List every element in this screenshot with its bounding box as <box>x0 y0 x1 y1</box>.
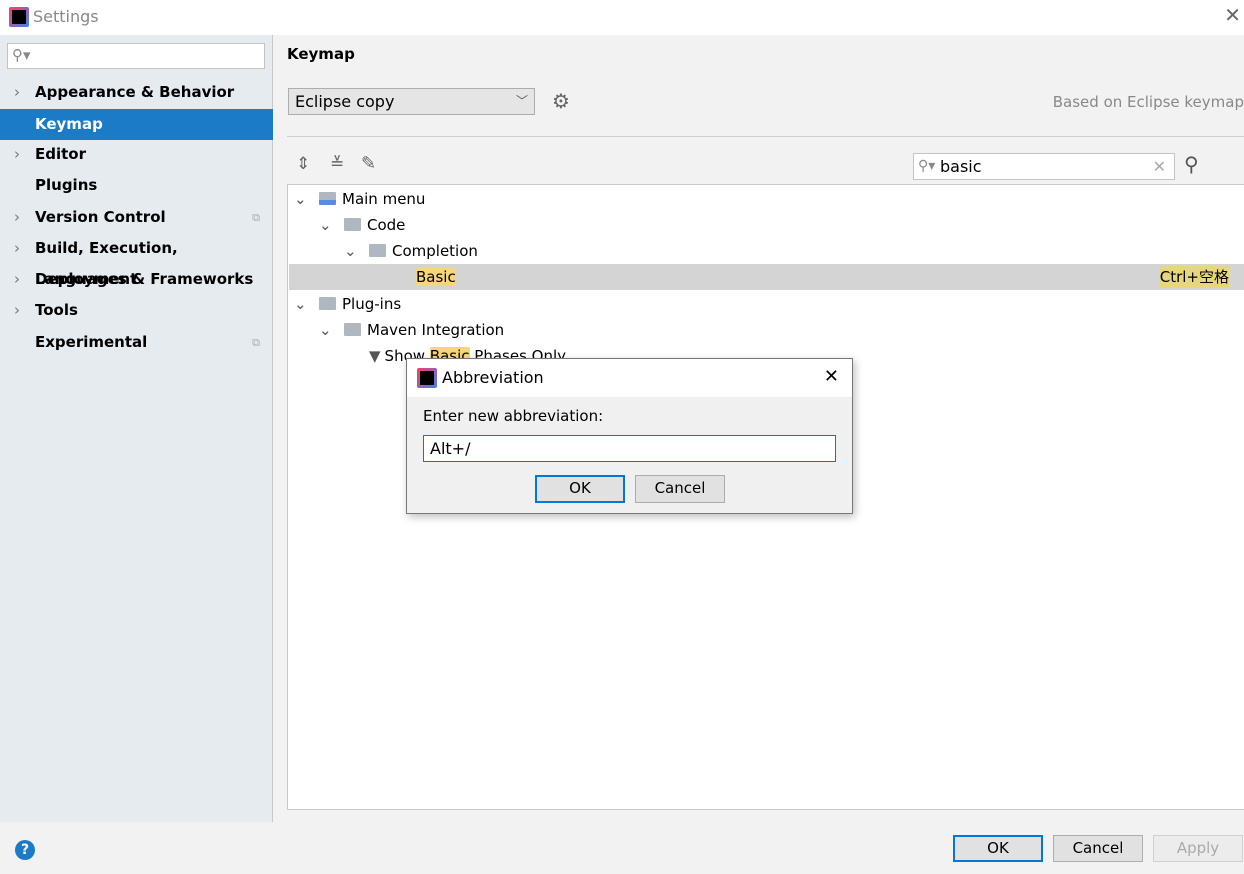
folder-icon <box>344 218 361 231</box>
tree-row-maven[interactable]: ⌄ Maven Integration <box>289 317 1244 343</box>
sidebar-item-label: Languages & Frameworks <box>35 270 254 288</box>
divider <box>287 136 1244 137</box>
clear-search-icon[interactable]: ✕ <box>1153 154 1166 179</box>
tree-row-label: Maven Integration <box>367 321 505 339</box>
keymap-search-value: basic <box>940 157 982 176</box>
sidebar-item-label: Version Control <box>35 208 166 226</box>
sidebar-item-editor[interactable]: › Editor <box>0 139 273 170</box>
chevron-down-icon: ⌄ <box>294 295 307 313</box>
chevron-right-icon: › <box>14 83 20 101</box>
help-icon[interactable]: ? <box>15 840 35 860</box>
intellij-logo-icon <box>417 368 437 388</box>
abbreviation-input[interactable]: Alt+/ <box>423 435 836 462</box>
page-title: Keymap <box>287 45 355 63</box>
sidebar-item-label: Editor <box>35 145 86 163</box>
abbreviation-input-value: Alt+/ <box>430 439 471 458</box>
expand-all-icon[interactable]: ⇕ <box>296 154 310 174</box>
cancel-button[interactable]: Cancel <box>1053 835 1143 862</box>
chevron-right-icon: › <box>14 301 20 319</box>
folder-icon <box>369 244 386 257</box>
tree-row-label: Main menu <box>342 190 426 208</box>
tree-row-main-menu[interactable]: ⌄ Main menu <box>289 186 1244 212</box>
tree-row-label: Plug-ins <box>342 295 402 313</box>
dialog-close-icon[interactable]: ✕ <box>824 366 839 387</box>
sidebar: ⚲▾ › Appearance & Behavior Keymap › Editor… <box>0 35 273 822</box>
find-by-shortcut-icon[interactable]: ⚲ <box>1184 152 1199 176</box>
dialog-cancel-button[interactable]: Cancel <box>635 475 725 503</box>
dialog-title-bar: Abbreviation ✕ <box>407 359 852 397</box>
intellij-logo-icon <box>9 7 29 27</box>
window-title: Settings <box>33 7 99 26</box>
keymap-search-input[interactable]: ⚲▾ basic ✕ <box>913 153 1175 180</box>
search-icon: ⚲▾ <box>12 46 31 64</box>
chevron-right-icon: › <box>14 145 20 163</box>
tree-row-basic[interactable]: Basic Ctrl+空格 <box>289 264 1244 290</box>
chevron-down-icon: ⌄ <box>294 190 307 208</box>
chevron-right-icon: › <box>14 208 20 226</box>
sidebar-item-label: Appearance & Behavior <box>35 83 235 101</box>
dialog-title: Abbreviation <box>442 368 544 387</box>
sidebar-item-languages[interactable]: › Languages & Frameworks <box>0 264 273 295</box>
sidebar-item-label: Keymap <box>35 115 103 133</box>
title-bar: Settings ✕ <box>0 0 1244 35</box>
search-icon: ⚲▾ <box>918 158 936 174</box>
project-settings-icon: ⧉ <box>252 336 260 349</box>
sidebar-item-label: Plugins <box>35 176 98 194</box>
close-window-icon[interactable]: ✕ <box>1224 3 1241 27</box>
apply-button[interactable]: Apply <box>1153 835 1243 862</box>
tree-row-label: Completion <box>392 242 478 260</box>
chevron-down-icon: ⌄ <box>344 242 357 260</box>
folder-icon <box>319 297 336 310</box>
sidebar-item-plugins[interactable]: Plugins <box>0 170 273 201</box>
folder-icon <box>344 323 361 336</box>
menu-folder-icon <box>319 192 336 205</box>
chevron-right-icon: › <box>14 270 20 288</box>
tree-row-label: Basic <box>416 268 456 286</box>
tree-row-completion[interactable]: ⌄ Completion <box>289 238 1244 264</box>
ok-button[interactable]: OK <box>953 835 1043 862</box>
sidebar-item-keymap[interactable]: Keymap <box>0 109 273 140</box>
chevron-down-icon: ﹀ <box>515 94 528 108</box>
sidebar-item-experimental[interactable]: Experimental ⧉ <box>0 327 273 358</box>
abbreviation-dialog: Abbreviation ✕ Enter new abbreviation: A… <box>406 358 853 514</box>
based-on-label: Based on Eclipse keymap <box>1052 93 1244 111</box>
edit-pencil-icon[interactable]: ✎ <box>361 153 376 174</box>
dialog-ok-button[interactable]: OK <box>535 475 625 503</box>
sidebar-item-label: Experimental <box>35 333 148 351</box>
sidebar-item-tools[interactable]: › Tools <box>0 295 273 326</box>
tree-row-code[interactable]: ⌄ Code <box>289 212 1244 238</box>
tree-row-plugins[interactable]: ⌄ Plug-ins <box>289 291 1244 317</box>
keymap-select-value: Eclipse copy <box>295 92 395 111</box>
chevron-down-icon: ⌄ <box>319 321 332 339</box>
project-settings-icon: ⧉ <box>252 211 260 224</box>
dialog-prompt: Enter new abbreviation: <box>423 407 604 425</box>
sidebar-item-label: Tools <box>35 301 78 319</box>
sidebar-item-build[interactable]: › Build, Execution, Deployment <box>0 233 273 288</box>
sidebar-item-appearance[interactable]: › Appearance & Behavior <box>0 77 273 108</box>
filter-icon: ▼ <box>369 347 381 365</box>
gear-icon[interactable]: ⚙ <box>552 89 570 113</box>
chevron-down-icon: ⌄ <box>319 216 332 234</box>
tree-row-label: Code <box>367 216 406 234</box>
collapse-all-icon[interactable]: ≚ <box>330 154 344 174</box>
sidebar-search-input[interactable]: ⚲▾ <box>7 43 265 69</box>
shortcut-label: Ctrl+空格 <box>1159 266 1229 288</box>
chevron-right-icon: › <box>14 239 20 257</box>
sidebar-item-version-control[interactable]: › Version Control ⧉ <box>0 202 273 233</box>
keymap-select[interactable]: Eclipse copy ﹀ <box>288 88 535 115</box>
